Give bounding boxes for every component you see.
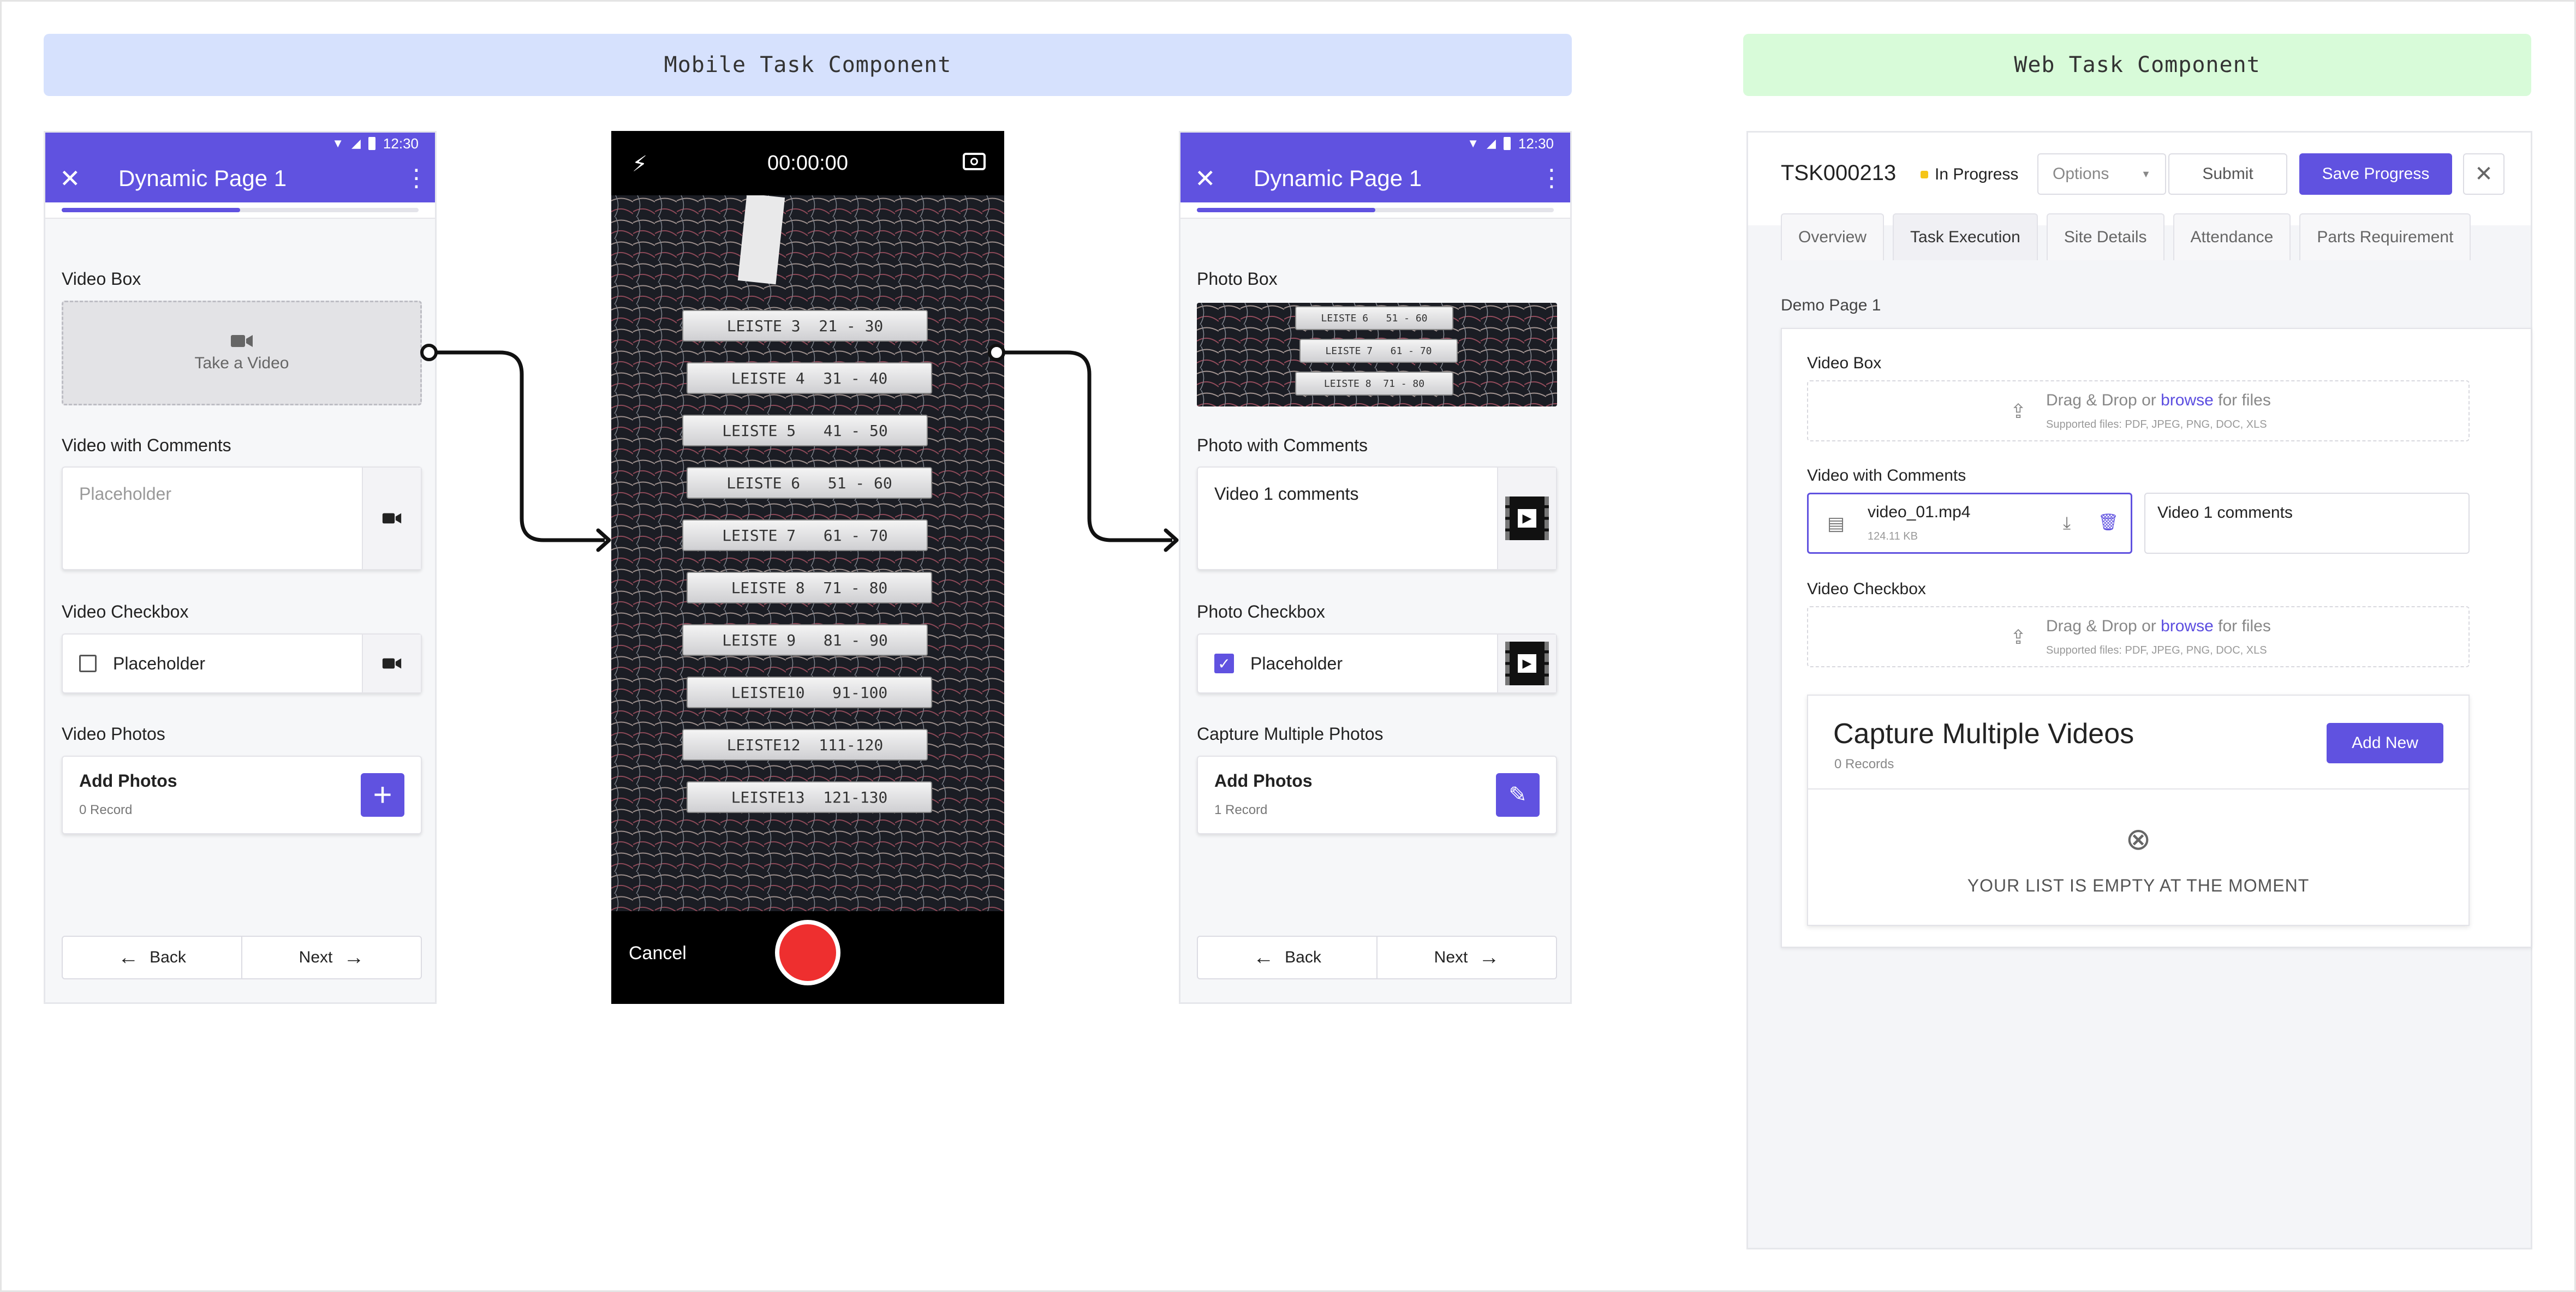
capture-videos-card: Capture Multiple Videos 0 Records Add Ne… (1807, 695, 2470, 926)
tab-bar: Overview Task Execution Site Details Att… (1781, 213, 2471, 260)
options-dropdown[interactable]: Options ▼ (2037, 153, 2166, 195)
browse-link[interactable]: browse (2161, 391, 2214, 409)
connector-phone-to-camera (429, 350, 605, 542)
video-comments-label: Video with Comments (1807, 466, 1966, 484)
file-name: video_01.mp4 (1868, 503, 1971, 521)
web-task-panel: TSK000213 In Progress Options ▼ Submit Sa… (1746, 131, 2532, 1249)
drop-text: Drag & Drop or browse for files (2046, 391, 2271, 409)
empty-list-message: YOUR LIST IS EMPTY AT THE MOMENT (1967, 876, 2310, 895)
demo-page-title: Demo Page 1 (1781, 296, 1881, 314)
submit-button[interactable]: Submit (2168, 153, 2287, 195)
tab-attendance[interactable]: Attendance (2173, 213, 2291, 260)
upload-icon: ⇪ (2010, 400, 2027, 422)
trash-icon[interactable]: 🗑 (2098, 513, 2119, 532)
search-empty-icon: ⊗ (2125, 822, 2151, 856)
supported-files: Supported files: PDF, JPEG, PNG, DOC, XL… (2046, 418, 2267, 430)
drop-text: Drag & Drop or browse for files (2046, 617, 2271, 635)
video-box-label: Video Box (1807, 354, 1882, 372)
browse-link[interactable]: browse (2161, 617, 2214, 635)
comment-field[interactable]: Video 1 comments (2144, 493, 2470, 554)
add-new-button[interactable]: Add New (2327, 723, 2443, 763)
records-count: 0 Records (1834, 757, 1894, 771)
supported-files: Supported files: PDF, JPEG, PNG, DOC, XL… (2046, 644, 2267, 656)
status-dot-icon (1921, 171, 1928, 178)
tab-overview[interactable]: Overview (1781, 213, 1885, 260)
save-progress-button[interactable]: Save Progress (2299, 153, 2452, 195)
tab-parts-requirement[interactable]: Parts Requirement (2299, 213, 2471, 260)
file-icon: ▤ (1827, 513, 1845, 534)
upload-icon: ⇪ (2010, 626, 2027, 648)
close-icon[interactable]: ✕ (2463, 153, 2505, 195)
options-label: Options (2053, 165, 2109, 183)
tab-task-execution[interactable]: Task Execution (1893, 213, 2038, 260)
tab-site-details[interactable]: Site Details (2046, 213, 2164, 260)
divider (1808, 788, 2468, 789)
connector-camera-to-phone (997, 350, 1172, 542)
web-form-card: Video Box ⇪ Drag & Drop or browse for fi… (1781, 328, 2532, 948)
status-text: In Progress (1935, 165, 2019, 183)
connector-start-dot (420, 344, 438, 361)
video-checkbox-label: Video Checkbox (1807, 580, 1926, 598)
file-size: 124.11 KB (1868, 530, 1918, 542)
video-box-dropzone[interactable]: ⇪ Drag & Drop or browse for files Suppor… (1807, 380, 2470, 441)
connector-start-dot (988, 344, 1005, 361)
uploaded-file-card[interactable]: ▤ video_01.mp4 124.11 KB ⤓ 🗑 (1807, 493, 2132, 554)
status-badge: In Progress (1921, 165, 2018, 184)
capture-title: Capture Multiple Videos (1833, 718, 2134, 750)
video-checkbox-dropzone[interactable]: ⇪ Drag & Drop or browse for files Suppor… (1807, 606, 2470, 667)
download-icon[interactable]: ⤓ (2063, 513, 2071, 534)
task-id: TSK000213 (1781, 161, 1897, 185)
caret-down-icon: ▼ (2141, 168, 2151, 180)
